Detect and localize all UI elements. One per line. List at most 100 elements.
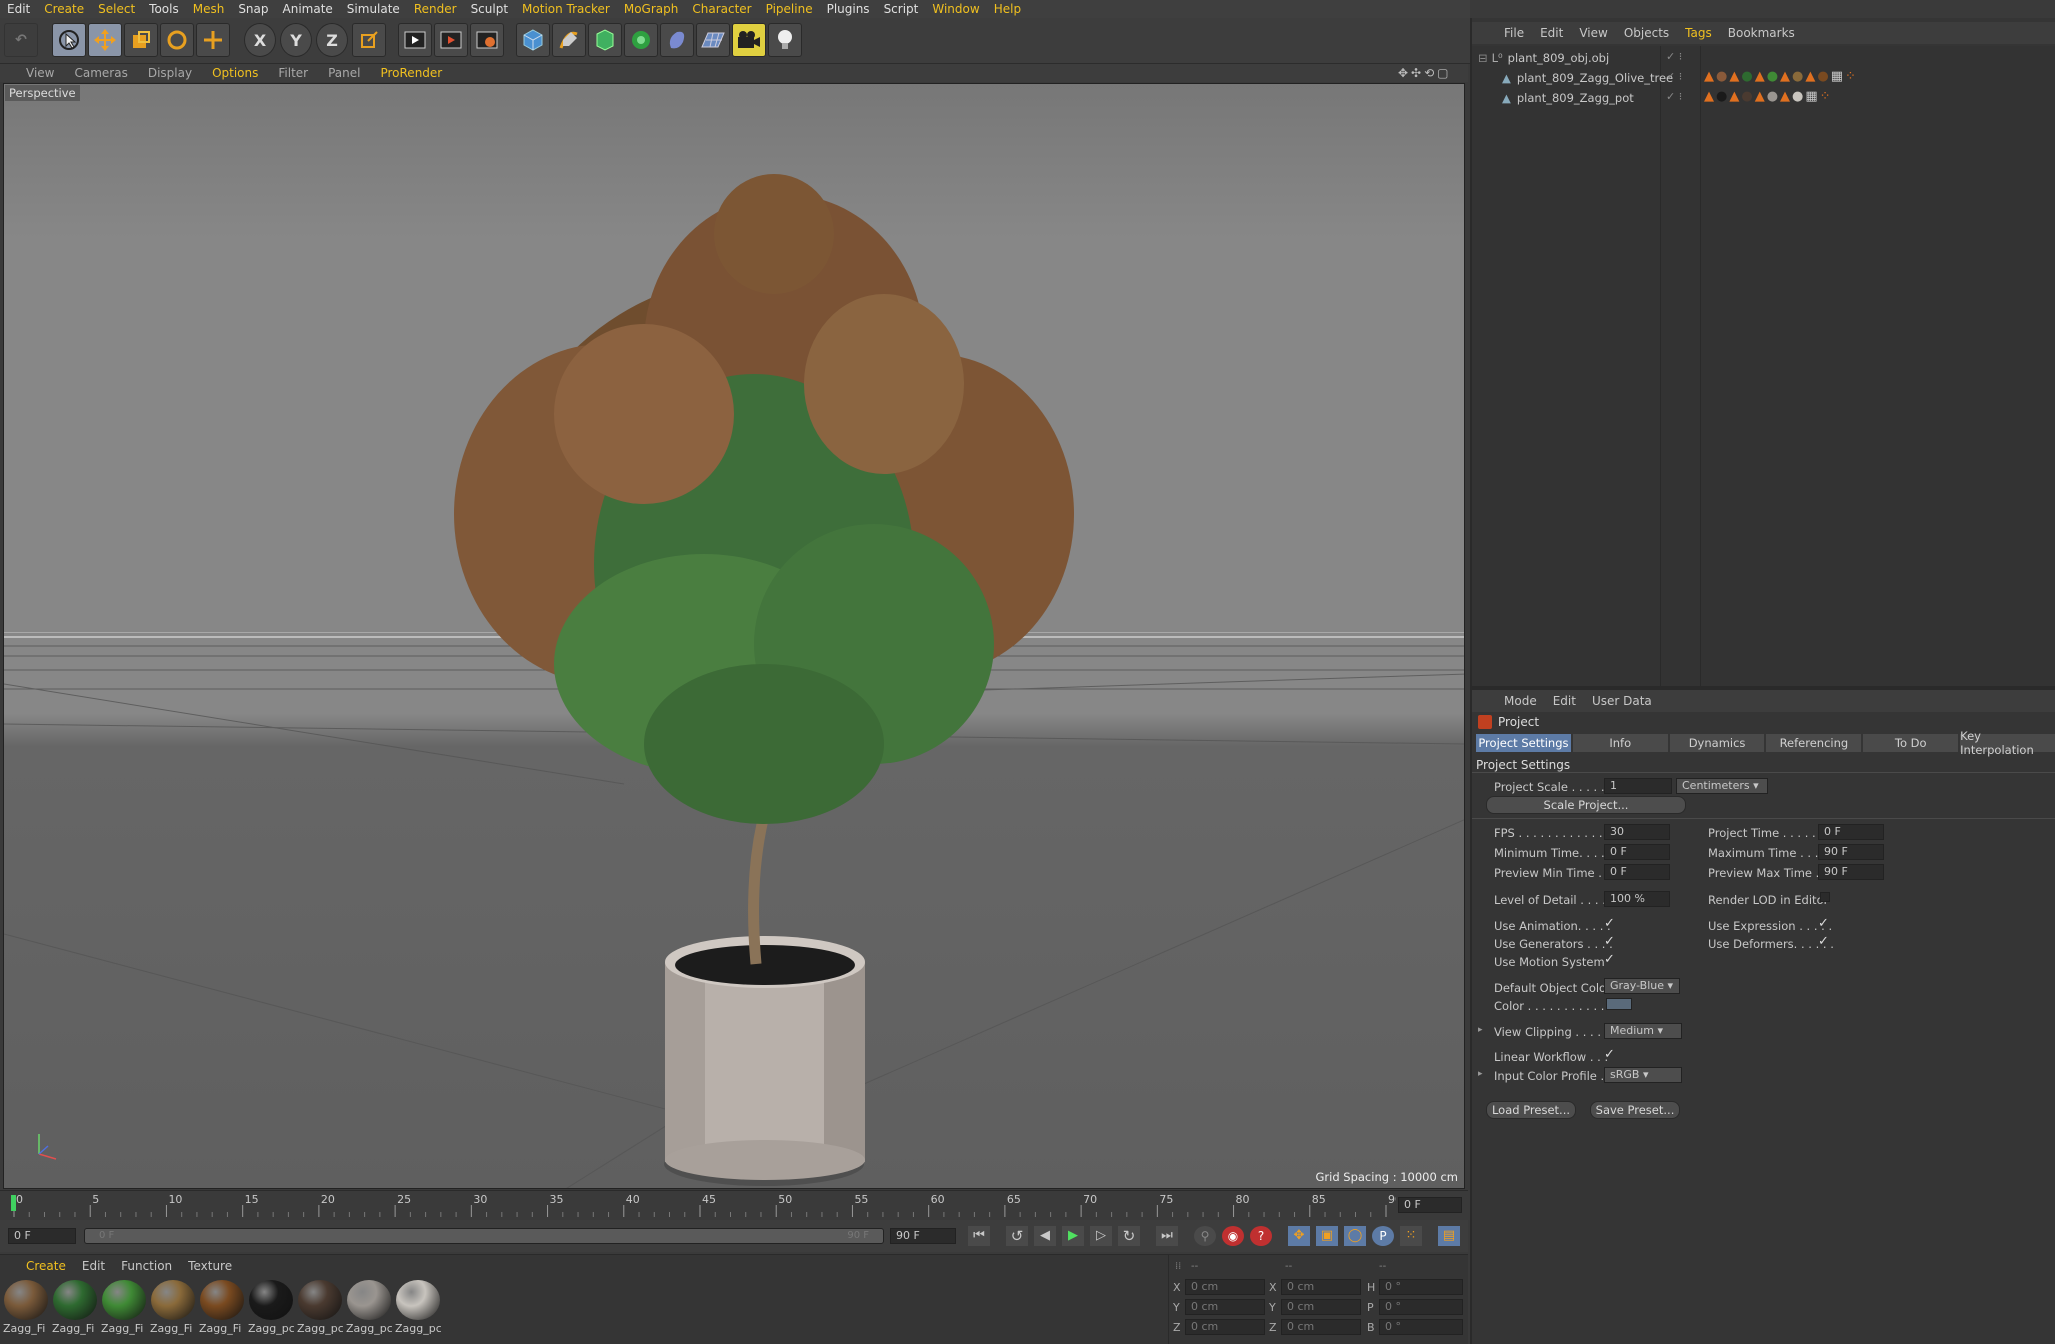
render-lod-checkbox[interactable] [1820, 892, 1830, 902]
viewport-menu-view[interactable]: View [16, 66, 64, 80]
viewport-menu-display[interactable]: Display [138, 66, 202, 80]
current-frame-field[interactable]: 0 F [1398, 1197, 1462, 1213]
visibility-icons[interactable]: ✓ ⁝ [1666, 50, 1682, 63]
project-scale-field[interactable]: 1 [1604, 778, 1672, 794]
previous-frame-icon[interactable]: ◀ [1034, 1226, 1056, 1246]
object-name[interactable]: plant_809_obj.obj [1508, 51, 1610, 65]
material-tags-row-2[interactable]: ▲●▲●▲●▲●▦⁘ [1704, 89, 1833, 104]
material-swatch[interactable] [298, 1280, 342, 1320]
material-swatch[interactable] [151, 1280, 195, 1320]
menu-snap[interactable]: Snap [231, 2, 275, 16]
position-z-field[interactable]: 0 cm [1185, 1319, 1265, 1335]
scale-y-field[interactable]: 0 cm [1281, 1299, 1361, 1315]
material-swatch[interactable] [396, 1280, 440, 1320]
load-preset-button[interactable]: Load Preset... [1486, 1101, 1576, 1119]
render-settings-icon[interactable] [470, 23, 504, 57]
tab-dynamics[interactable]: Dynamics [1669, 734, 1765, 752]
timeline-ruler[interactable]: 0 5 10 15 20 25 30 35 40 45 50 55 60 65 70 75 80 85 90 0 F [0, 1190, 1468, 1218]
tab-referencing[interactable]: Referencing [1766, 734, 1862, 752]
key-rotation-icon[interactable]: ◯ [1344, 1226, 1366, 1246]
render-view-icon[interactable] [398, 23, 432, 57]
use-generators-checkbox[interactable]: ✓ [1604, 935, 1618, 949]
frame-range-slider[interactable]: 0 F 90 F [84, 1228, 884, 1244]
attr-menu-edit[interactable]: Edit [1545, 694, 1584, 708]
object-row[interactable]: ⊟ L⁰ plant_809_obj.obj [1472, 48, 2055, 68]
preview-max-field[interactable]: 90 F [1818, 864, 1884, 880]
start-frame-field[interactable]: 0 F [8, 1228, 76, 1244]
light-icon[interactable] [768, 23, 802, 57]
deformer-icon[interactable] [660, 23, 694, 57]
attr-menu-mode[interactable]: Mode [1496, 694, 1545, 708]
min-time-field[interactable]: 0 F [1604, 844, 1670, 860]
menu-edit[interactable]: Edit [0, 2, 37, 16]
scale-tool-icon[interactable] [124, 23, 158, 57]
rotation-b-field[interactable]: 0 ° [1379, 1319, 1463, 1335]
next-key-icon[interactable]: ↻ [1118, 1226, 1140, 1246]
undo-button[interactable]: ↶ [4, 23, 38, 57]
camera-icon[interactable] [732, 23, 766, 57]
tab-to-do[interactable]: To Do [1863, 734, 1959, 752]
scale-z-field[interactable]: 0 cm [1281, 1319, 1361, 1335]
rotate-tool-icon[interactable] [160, 23, 194, 57]
mograph-cloner-icon[interactable] [624, 23, 658, 57]
menu-sculpt[interactable]: Sculpt [464, 2, 515, 16]
linear-workflow-checkbox[interactable]: ✓ [1604, 1048, 1618, 1062]
pen-spline-icon[interactable] [552, 23, 586, 57]
record-keys-icon[interactable]: ⚲ [1194, 1226, 1216, 1246]
om-menu-bookmarks[interactable]: Bookmarks [1720, 26, 1803, 40]
tab-project-settings[interactable]: Project Settings [1476, 734, 1571, 752]
menu-help[interactable]: Help [987, 2, 1028, 16]
menu-render[interactable]: Render [407, 2, 464, 16]
om-menu-view[interactable]: View [1571, 26, 1615, 40]
material-menu-texture[interactable]: Texture [180, 1259, 240, 1273]
previous-key-icon[interactable]: ↺ [1006, 1226, 1028, 1246]
visibility-icons[interactable]: ✓ ⁝ [1666, 90, 1682, 103]
timeline-window-icon[interactable]: ▤ [1438, 1226, 1460, 1246]
viewport-menu-cameras[interactable]: Cameras [64, 66, 137, 80]
tab-key-interpolation[interactable]: Key Interpolation [1960, 729, 2055, 757]
menu-animate[interactable]: Animate [276, 2, 340, 16]
use-expression-checkbox[interactable]: ✓ [1818, 917, 1832, 931]
default-color-dropdown[interactable]: Gray-Blue ▾ [1604, 978, 1680, 994]
menu-mograph[interactable]: MoGraph [617, 2, 686, 16]
om-menu-file[interactable]: File [1496, 26, 1532, 40]
lod-field[interactable]: 100 % [1604, 891, 1670, 907]
menu-pipeline[interactable]: Pipeline [759, 2, 820, 16]
scale-project-button[interactable]: Scale Project... [1486, 796, 1686, 814]
key-position-icon[interactable]: ✥ [1288, 1226, 1310, 1246]
go-to-start-icon[interactable]: ⏮ [968, 1226, 990, 1246]
material-swatch[interactable] [102, 1280, 146, 1320]
menu-tools[interactable]: Tools [142, 2, 186, 16]
max-time-field[interactable]: 90 F [1818, 844, 1884, 860]
menu-mesh[interactable]: Mesh [186, 2, 232, 16]
expand-arrow-icon[interactable]: ▸ [1478, 1025, 1483, 1035]
material-swatch[interactable] [249, 1280, 293, 1320]
z-axis-lock-icon[interactable]: Z [316, 23, 348, 57]
menu-script[interactable]: Script [877, 2, 926, 16]
go-to-end-icon[interactable]: ⏭ [1156, 1226, 1178, 1246]
cube-icon[interactable] [516, 23, 550, 57]
menu-motion-tracker[interactable]: Motion Tracker [515, 2, 617, 16]
y-axis-lock-icon[interactable]: Y [280, 23, 312, 57]
material-tags-row-1[interactable]: ▲●▲●▲●▲●▲●▦⁘ [1704, 69, 1858, 84]
rotation-h-field[interactable]: 0 ° [1379, 1279, 1463, 1295]
keyframe-selection-icon[interactable]: ? [1250, 1226, 1272, 1246]
view-clipping-dropdown[interactable]: Medium ▾ [1604, 1023, 1682, 1039]
render-picture-viewer-icon[interactable] [434, 23, 468, 57]
viewport-perspective[interactable]: Perspective Grid Spacing : 10000 cm [3, 83, 1465, 1189]
use-animation-checkbox[interactable]: ✓ [1604, 917, 1618, 931]
om-menu-edit[interactable]: Edit [1532, 26, 1571, 40]
rotation-p-field[interactable]: 0 ° [1379, 1299, 1463, 1315]
key-parameter-icon[interactable]: P [1372, 1226, 1394, 1246]
visibility-icons[interactable]: ✓ ⁝ [1666, 70, 1682, 83]
x-axis-lock-icon[interactable]: X [244, 23, 276, 57]
next-frame-icon[interactable]: ▷ [1090, 1226, 1112, 1246]
subdivision-surface-icon[interactable] [588, 23, 622, 57]
attr-menu-user-data[interactable]: User Data [1584, 694, 1660, 708]
menu-window[interactable]: Window [925, 2, 986, 16]
end-frame-field[interactable]: 90 F [890, 1228, 956, 1244]
menu-character[interactable]: Character [685, 2, 758, 16]
menu-create[interactable]: Create [37, 2, 91, 16]
material-menu-create[interactable]: Create [18, 1259, 74, 1273]
units-dropdown[interactable]: Centimeters ▾ [1676, 778, 1768, 794]
